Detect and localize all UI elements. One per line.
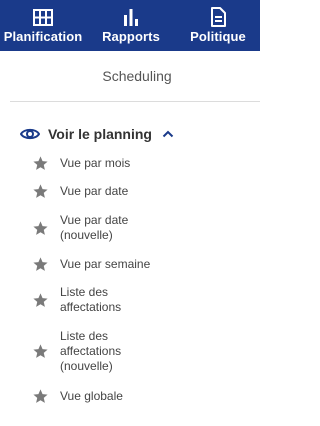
menu-item-label: Vue par date <box>60 184 129 198</box>
menu-item-label: Liste des affectations <box>60 285 122 314</box>
bar-chart-icon <box>120 7 142 27</box>
nav-politique[interactable]: Politique <box>176 0 260 51</box>
page-subtitle-bar: Scheduling <box>0 51 260 101</box>
menu-item-vue-par-date-nouvelle[interactable]: Vue par date (nouvelle) <box>32 213 140 243</box>
menu-item-liste-des-affectations-nouvelle[interactable]: Liste des affectations (nouvelle) <box>32 329 140 374</box>
page-subtitle: Scheduling <box>102 68 172 84</box>
chevron-up-icon[interactable] <box>162 130 174 138</box>
star-icon <box>33 389 48 403</box>
star-icon <box>33 292 48 307</box>
menu-item-vue-par-semaine[interactable]: Vue par semaine <box>32 256 210 273</box>
menu-item-label: Liste des affectations (nouvelle) <box>60 329 122 373</box>
menu-item-label: Vue par date (nouvelle) <box>60 213 129 242</box>
nav-rapports-label: Rapports <box>102 29 160 44</box>
grid-icon <box>32 7 54 27</box>
menu-item-label: Vue par mois <box>60 156 131 170</box>
menu-item-vue-globale[interactable]: Vue globale <box>32 388 210 405</box>
section-voir-le-planning[interactable]: Voir le planning <box>20 124 174 144</box>
menu-item-vue-par-mois[interactable]: Vue par mois <box>32 155 210 172</box>
nav-planification-label: Planification <box>3 29 83 44</box>
divider <box>10 101 260 102</box>
nav-planification[interactable]: Planification <box>0 0 86 51</box>
menu-item-vue-par-date[interactable]: Vue par date <box>32 183 210 200</box>
star-icon <box>33 220 48 235</box>
menu-item-label: Vue par semaine <box>60 257 151 271</box>
nav-rapports[interactable]: Rapports <box>86 0 176 51</box>
star-icon <box>33 344 48 358</box>
star-icon <box>33 156 48 170</box>
menu-item-label: Vue globale <box>60 389 123 403</box>
star-icon <box>33 184 48 198</box>
nav-politique-label: Politique <box>190 29 246 44</box>
top-navigation-bar: Planification Rapports Politique <box>0 0 260 51</box>
section-label: Voir le planning <box>48 126 152 142</box>
eye-icon <box>20 127 40 141</box>
star-icon <box>33 257 48 271</box>
menu-item-liste-des-affectations[interactable]: Liste des affectations <box>32 285 140 315</box>
document-icon <box>207 7 229 27</box>
